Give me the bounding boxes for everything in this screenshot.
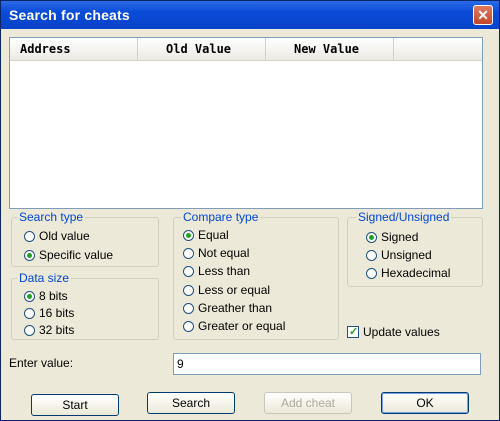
title-bar[interactable]: Search for cheats ✕ xyxy=(1,1,499,29)
radio-greather-than-label: Greather than xyxy=(198,301,273,315)
radio-icon xyxy=(183,320,194,332)
add-cheat-button[interactable]: Add cheat xyxy=(264,392,352,414)
results-list[interactable]: Address Old Value New Value xyxy=(9,37,483,209)
results-header: Address Old Value New Value xyxy=(10,38,482,61)
column-header-old-value[interactable]: Old Value xyxy=(138,38,266,60)
radio-less-than-label: Less than xyxy=(198,264,251,278)
radio-specific-value-label: Specific value xyxy=(39,248,114,262)
value-input[interactable]: 9 xyxy=(173,353,481,375)
radio-icon xyxy=(183,265,194,277)
start-button[interactable]: Start xyxy=(31,394,119,416)
radio-less-or-equal-label: Less or equal xyxy=(198,283,271,297)
radio-icon xyxy=(183,284,194,296)
radio-32-bits[interactable]: 32 bits xyxy=(24,322,74,338)
radio-icon xyxy=(183,302,194,314)
radio-16-bits-label: 16 bits xyxy=(39,306,75,320)
radio-selected-icon xyxy=(24,249,35,261)
radio-unsigned[interactable]: Unsigned xyxy=(366,247,432,263)
radio-selected-icon xyxy=(24,290,35,302)
radio-16-bits[interactable]: 16 bits xyxy=(24,305,74,321)
radio-8-bits-label: 8 bits xyxy=(39,289,68,303)
ok-button[interactable]: OK xyxy=(381,392,469,414)
close-button[interactable]: ✕ xyxy=(473,5,493,25)
radio-less-or-equal[interactable]: Less or equal xyxy=(183,282,270,298)
radio-selected-icon xyxy=(183,229,194,241)
search-button[interactable]: Search xyxy=(147,392,235,414)
column-header-empty xyxy=(394,38,482,60)
signed-unsigned-title: Signed/Unsigned xyxy=(356,210,452,224)
radio-not-equal-label: Not equal xyxy=(198,246,250,260)
radio-old-value-label: Old value xyxy=(39,229,90,243)
radio-hexadecimal-label: Hexadecimal xyxy=(381,266,451,280)
search-type-group: Search type Old value Specific value xyxy=(11,210,159,267)
radio-greather-than[interactable]: Greather than xyxy=(183,300,272,316)
radio-selected-icon xyxy=(366,231,377,243)
search-cheats-dialog: Search for cheats ✕ Address Old Value Ne… xyxy=(0,0,500,421)
radio-icon xyxy=(24,307,35,319)
radio-signed[interactable]: Signed xyxy=(366,229,418,245)
search-type-title: Search type xyxy=(17,210,86,224)
radio-icon xyxy=(366,267,377,279)
radio-equal[interactable]: Equal xyxy=(183,227,229,243)
checkbox-checked-icon: ✓ xyxy=(347,326,359,338)
radio-icon xyxy=(24,324,35,336)
close-icon: ✕ xyxy=(477,7,489,23)
radio-less-than[interactable]: Less than xyxy=(183,263,250,279)
signed-unsigned-group: Signed/Unsigned Signed Unsigned Hexadeci… xyxy=(347,210,483,287)
radio-not-equal[interactable]: Not equal xyxy=(183,245,249,261)
compare-type-title: Compare type xyxy=(181,210,261,224)
radio-specific-value[interactable]: Specific value xyxy=(24,247,113,263)
radio-32-bits-label: 32 bits xyxy=(39,323,75,337)
radio-icon xyxy=(366,249,377,261)
window-title: Search for cheats xyxy=(9,7,130,23)
enter-value-label: Enter value: xyxy=(9,356,74,370)
radio-signed-label: Signed xyxy=(381,230,419,244)
radio-icon xyxy=(183,247,194,259)
radio-greater-or-equal-label: Greater or equal xyxy=(198,319,286,333)
update-values-label: Update values xyxy=(363,325,440,339)
column-header-address[interactable]: Address xyxy=(10,38,138,60)
radio-hexadecimal[interactable]: Hexadecimal xyxy=(366,265,450,281)
radio-8-bits[interactable]: 8 bits xyxy=(24,288,68,304)
radio-icon xyxy=(24,230,35,242)
radio-unsigned-label: Unsigned xyxy=(381,248,432,262)
data-size-group: Data size 8 bits 16 bits 32 bits xyxy=(11,271,159,340)
radio-equal-label: Equal xyxy=(198,228,229,242)
update-values-checkbox[interactable]: ✓ Update values xyxy=(347,324,440,340)
compare-type-group: Compare type Equal Not equal Less than L… xyxy=(173,210,339,340)
radio-old-value[interactable]: Old value xyxy=(24,228,90,244)
column-header-new-value[interactable]: New Value xyxy=(266,38,394,60)
radio-greater-or-equal[interactable]: Greater or equal xyxy=(183,318,285,334)
data-size-title: Data size xyxy=(17,271,72,285)
